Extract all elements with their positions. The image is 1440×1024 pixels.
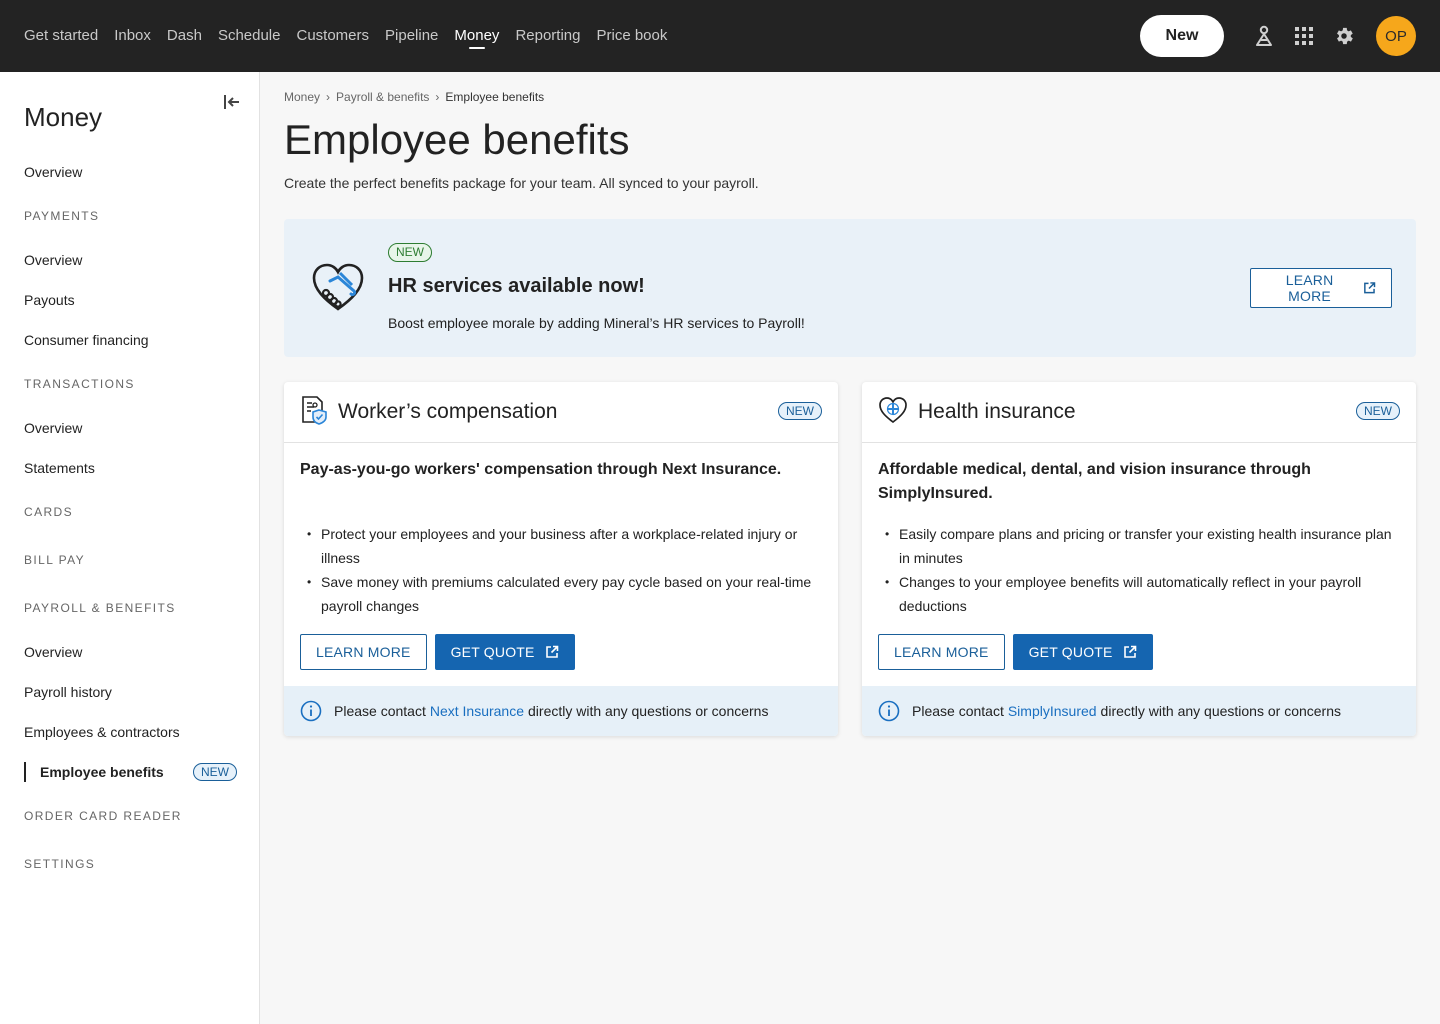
list-item: Changes to your employee benefits will a… [878,570,1398,618]
handshake-heart-icon [310,261,366,318]
card-title: Health insurance [918,400,1076,423]
sidebar-item-payouts[interactable]: Payouts [0,280,259,320]
learn-more-button[interactable]: LEARN MORE [878,634,1005,670]
user-avatar[interactable]: OP [1376,16,1416,56]
button-label: GET QUOTE [1028,644,1113,660]
learn-more-button[interactable]: LEARN MORE [300,634,427,670]
footer-text-pre: Please contact [334,703,426,719]
heart-plus-icon [878,396,908,429]
learn-more-button[interactable]: LEARN MORE [1250,268,1392,308]
nav-money[interactable]: Money [446,0,507,72]
card-lead: Pay-as-you-go workers' compensation thro… [300,461,782,478]
new-badge: NEW [193,763,237,781]
banner-title: HR services available now! [388,275,645,297]
new-button[interactable]: New [1140,15,1224,57]
breadcrumb: Money › Payroll & benefits › Employee be… [284,90,544,104]
nav-customers[interactable]: Customers [289,0,378,72]
card-header: Health insurance NEW [862,382,1416,443]
breadcrumb-payroll-benefits[interactable]: Payroll & benefits [336,90,429,104]
button-label: GET QUOTE [450,644,535,660]
footer-text-pre: Please contact [912,703,1004,719]
alert-person-icon[interactable] [1244,16,1284,56]
card-actions: LEARN MORE GET QUOTE [300,634,575,670]
sidebar-item-employees-contractors[interactable]: Employees & contractors [0,712,259,752]
card-footer-notice: Please contact SimplyInsured directly wi… [862,686,1416,736]
top-actions: New OP [1140,15,1416,57]
sidebar-item-overview[interactable]: Overview [0,152,259,192]
list-item: Save money with premiums calculated ever… [300,570,820,618]
sidebar-menu: Overview PAYMENTS Overview Payouts Consu… [0,152,259,888]
button-label: LEARN MORE [1285,272,1334,304]
sidebar-title: Money [24,102,103,132]
sidebar-item-transactions-overview[interactable]: Overview [0,408,259,448]
sidebar-section-bill-pay[interactable]: BILL PAY [0,536,259,584]
sidebar-item-payroll-overview[interactable]: Overview [0,632,259,672]
sidebar: Money Overview PAYMENTS Overview Payouts… [0,72,260,1024]
sidebar-item-employee-benefits[interactable]: Employee benefits NEW [0,752,259,792]
sidebar-item-statements[interactable]: Statements [0,448,259,488]
hr-services-banner: NEW HR services available now! Boost emp… [284,219,1416,357]
collapse-sidebar-icon[interactable] [220,90,244,114]
get-quote-button[interactable]: GET QUOTE [1012,634,1153,670]
info-icon [300,700,322,722]
footer-text-post: directly with any questions or concerns [528,703,769,719]
simplyinsured-link[interactable]: SimplyInsured [1008,703,1097,719]
health-insurance-card: Health insurance NEW Affordable medical,… [862,382,1416,736]
nav-schedule[interactable]: Schedule [210,0,289,72]
sidebar-item-consumer-financing[interactable]: Consumer financing [0,320,259,360]
list-item: Easily compare plans and pricing or tran… [878,522,1398,570]
nav-reporting[interactable]: Reporting [507,0,588,72]
sidebar-section-payroll-benefits[interactable]: PAYROLL & BENEFITS [0,584,259,632]
breadcrumb-money[interactable]: Money [284,90,320,104]
top-navigation-bar: Get started Inbox Dash Schedule Customer… [0,0,1440,72]
sidebar-item-payments-overview[interactable]: Overview [0,240,259,280]
top-nav: Get started Inbox Dash Schedule Customer… [16,0,675,72]
external-link-icon [1364,282,1376,294]
nav-inbox[interactable]: Inbox [106,0,159,72]
gear-icon[interactable] [1324,16,1364,56]
nav-get-started[interactable]: Get started [16,0,106,72]
sidebar-section-order-card-reader[interactable]: ORDER CARD READER [0,792,259,840]
footer-text-post: directly with any questions or concerns [1100,703,1341,719]
banner-text: Boost employee morale by adding Mineral’… [388,315,805,331]
apps-grid-icon[interactable] [1284,16,1324,56]
sidebar-section-cards[interactable]: CARDS [0,488,259,536]
list-item: Protect your employees and your business… [300,522,820,570]
breadcrumb-current: Employee benefits [445,90,545,104]
main-content: Money › Payroll & benefits › Employee be… [260,72,1440,1024]
sidebar-section-transactions[interactable]: TRANSACTIONS [0,360,259,408]
sidebar-section-payments[interactable]: PAYMENTS [0,192,259,240]
new-badge: NEW [778,402,822,420]
card-footer-notice: Please contact Next Insurance directly w… [284,686,838,736]
next-insurance-link[interactable]: Next Insurance [430,703,524,719]
chevron-right-icon: › [326,90,331,104]
sidebar-item-payroll-history[interactable]: Payroll history [0,672,259,712]
external-link-icon [1123,645,1136,658]
external-link-icon [545,645,558,658]
card-bullet-list: Protect your employees and your business… [300,522,820,618]
new-badge: NEW [388,243,432,262]
info-icon [878,700,900,722]
card-lead: Affordable medical, dental, and vision i… [878,461,1311,502]
sidebar-item-label: Employee benefits [40,764,164,780]
card-actions: LEARN MORE GET QUOTE [878,634,1153,670]
card-bullet-list: Easily compare plans and pricing or tran… [878,522,1398,618]
workers-compensation-card: Worker’s compensation NEW Pay-as-you-go … [284,382,838,736]
page-subtitle: Create the perfect benefits package for … [284,175,759,191]
card-title: Worker’s compensation [338,400,558,423]
get-quote-button[interactable]: GET QUOTE [434,634,575,670]
document-shield-icon [300,395,328,430]
chevron-right-icon: › [435,90,440,104]
sidebar-section-settings[interactable]: SETTINGS [0,840,259,888]
nav-dash[interactable]: Dash [159,0,210,72]
card-header: Worker’s compensation NEW [284,382,838,443]
nav-price-book[interactable]: Price book [588,0,675,72]
page-title: Employee benefits [284,116,630,163]
nav-pipeline[interactable]: Pipeline [377,0,446,72]
new-badge: NEW [1356,402,1400,420]
